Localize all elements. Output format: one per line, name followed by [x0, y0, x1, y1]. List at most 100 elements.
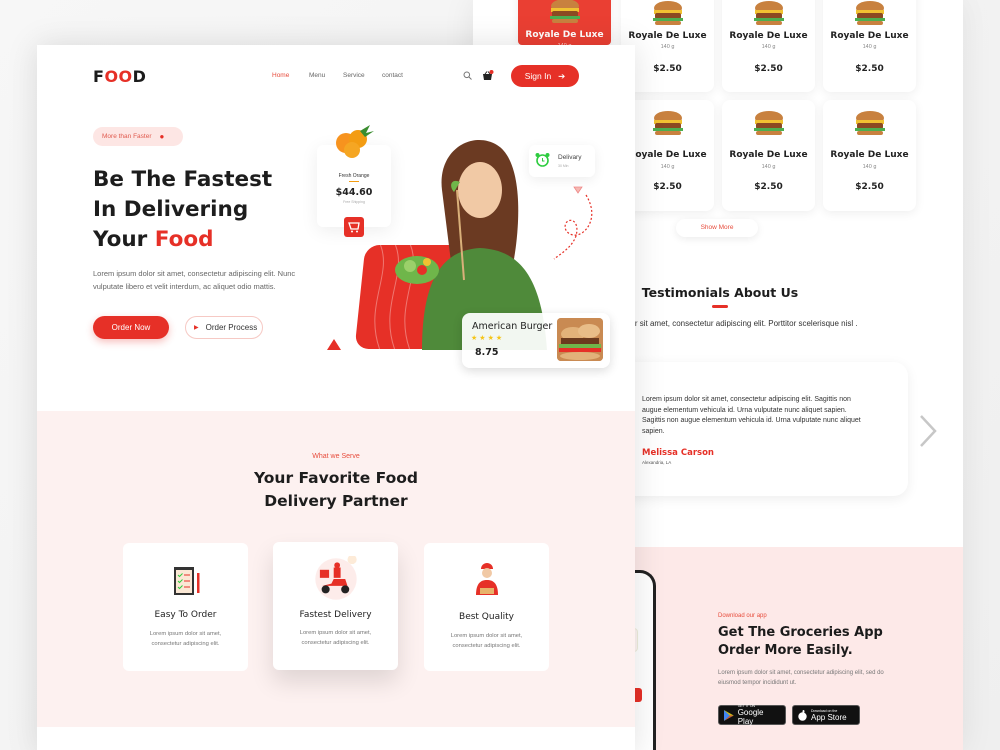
chef-with-pizza-icon	[475, 563, 498, 595]
google-play-button[interactable]: GET IT ON Google Play	[718, 704, 786, 726]
product-weight: 140 g	[761, 164, 776, 170]
feature-title: Fastest Delivery	[299, 610, 372, 620]
star-rating: ★★★★	[471, 334, 504, 342]
orange-name: Fresh Orange	[338, 173, 370, 179]
logo-f: F	[93, 67, 105, 86]
product-card[interactable]: Royale De Luxe 140 g $2.50	[722, 0, 815, 92]
product-weight: 140 g	[862, 44, 877, 50]
burger-image	[549, 0, 580, 23]
download-text: Lorem ipsum dolor sit amet, consectetur …	[718, 670, 884, 686]
logo[interactable]: FOOD	[93, 67, 146, 86]
download-title-line1: Get The Groceries App	[718, 625, 883, 640]
burger-image	[753, 1, 784, 25]
download-title: Get The Groceries App Order More Easily.	[718, 624, 883, 660]
feature-card-fastest-delivery[interactable]: Fastest Delivery Lorem ipsum dolor sit a…	[273, 542, 398, 670]
cart-icon	[348, 222, 360, 233]
hero-title-highlight: Food	[154, 227, 214, 252]
download-title-line2: Order More Easily.	[718, 643, 853, 658]
order-process-label: Order Process	[205, 323, 258, 332]
product-card[interactable]: Royale De Luxe 140 g	[518, 0, 611, 49]
burger-image	[753, 111, 784, 135]
product-name: Royale De Luxe	[525, 30, 604, 40]
services-label: What we Serve	[312, 453, 360, 460]
tagline-pill: More than Faster ●	[93, 127, 183, 146]
product-name: Royale De Luxe	[729, 31, 808, 41]
hero-title-line2: In Delivering	[93, 197, 249, 222]
product-weight: 140 g	[862, 164, 877, 170]
nav-home[interactable]: Home	[272, 72, 289, 79]
order-now-button[interactable]: Order Now	[93, 316, 169, 339]
product-price: $2.50	[855, 64, 884, 74]
clipboard-icon	[173, 567, 199, 595]
delivery-title: Delivary	[558, 154, 582, 161]
nav-service[interactable]: Service	[343, 72, 365, 79]
product-price: $2.50	[754, 64, 783, 74]
hero-title: Be The Fastest In Delivering Your Food	[93, 165, 272, 255]
order-process-button[interactable]: ▶ Order Process	[185, 316, 263, 339]
feature-description: Lorem ipsum dolor sit amet, consectetur …	[299, 630, 372, 646]
apple-big-text: App Store	[811, 712, 847, 722]
alarm-clock-icon	[535, 153, 550, 167]
burger-name: American Burger	[472, 321, 553, 332]
star-icon: ★	[487, 335, 496, 342]
services-title-line1: Your Favorite Food	[253, 469, 419, 487]
orange-divider	[349, 181, 359, 182]
star-icon: ★	[479, 335, 488, 342]
download-label: Download our app	[718, 613, 767, 619]
chevron-right-icon[interactable]	[917, 413, 939, 449]
product-name: Royale De Luxe	[830, 31, 909, 41]
feature-title: Easy To Order	[154, 610, 217, 620]
services-section: What we Serve Your Favorite Food Deliver…	[37, 411, 635, 727]
google-big-text: Google Play	[737, 708, 764, 726]
testimonial-location: Alexandria, LA	[642, 460, 672, 465]
apple-icon	[798, 709, 807, 721]
product-card[interactable]: Royale De Luxe 140 g $2.50	[823, 100, 916, 211]
product-weight: 140 g	[761, 44, 776, 50]
hero-title-line3: Your	[93, 227, 155, 252]
show-more-button[interactable]: Show More	[676, 219, 758, 237]
product-card[interactable]: Royale De Luxe 140 g $2.50	[722, 100, 815, 211]
app-store-button[interactable]: Download on the App Store	[792, 705, 860, 725]
burger-image	[854, 111, 885, 135]
orange-image	[336, 125, 374, 158]
burger-photo	[557, 318, 603, 361]
feature-card-easy-order[interactable]: Easy To Order Lorem ipsum dolor sit amet…	[123, 543, 248, 671]
google-play-icon	[724, 709, 734, 721]
arrow-right-icon: ➔	[558, 70, 566, 81]
testimonial-quote: Lorem ipsum dolor sit amet, consectetur …	[642, 396, 861, 435]
add-to-cart-button[interactable]	[344, 217, 364, 237]
burger-image	[652, 111, 683, 135]
star-icon: ★	[495, 335, 505, 342]
delivery-time: 30 Min	[558, 164, 569, 168]
delivery-scooter-icon	[314, 556, 357, 600]
logo-d: D	[132, 67, 147, 86]
product-name: Royale De Luxe	[628, 31, 707, 41]
logo-oo: OO	[104, 67, 133, 86]
sign-in-button[interactable]: Sign In ➔	[511, 65, 579, 87]
play-icon: ▶	[194, 325, 199, 331]
testimonials-subtitle: sum dolor sit amet, consectetur adipisci…	[602, 319, 858, 328]
basket-icon[interactable]	[482, 70, 494, 81]
testimonial-author: Melissa Carson	[642, 448, 714, 458]
burger-image	[652, 1, 683, 25]
product-price: $2.50	[855, 182, 884, 192]
route-dashed-path	[553, 186, 593, 260]
feature-card-best-quality[interactable]: Best Quality Lorem ipsum dolor sit amet,…	[424, 543, 549, 671]
feature-title: Best Quality	[459, 612, 514, 622]
feature-description: Lorem ipsum dolor sit amet, consectetur …	[450, 633, 523, 649]
burger-image	[854, 1, 885, 25]
services-title: Your Favorite Food Delivery Partner	[37, 467, 635, 513]
triangle-decoration	[327, 339, 341, 350]
product-card[interactable]: Royale De Luxe 140 g $2.50	[823, 0, 916, 92]
search-icon[interactable]	[463, 71, 472, 80]
landing-page: FOOD Home Menu Service contact Sign In ➔ …	[37, 45, 635, 750]
nav-contact[interactable]: contact	[382, 72, 403, 79]
services-title-line2: Delivery Partner	[264, 492, 408, 510]
testimonials-title: Testimonials About Us	[641, 285, 799, 300]
sign-in-label: Sign In	[524, 71, 552, 81]
orange-shipping: Free Shipping	[343, 200, 365, 204]
nav-menu[interactable]: Menu	[309, 72, 325, 79]
hero-description: Lorem ipsum dolor sit amet, consectetur …	[93, 269, 296, 291]
product-name: Royale De Luxe	[729, 150, 808, 160]
product-name: Royale De Luxe	[830, 150, 909, 160]
